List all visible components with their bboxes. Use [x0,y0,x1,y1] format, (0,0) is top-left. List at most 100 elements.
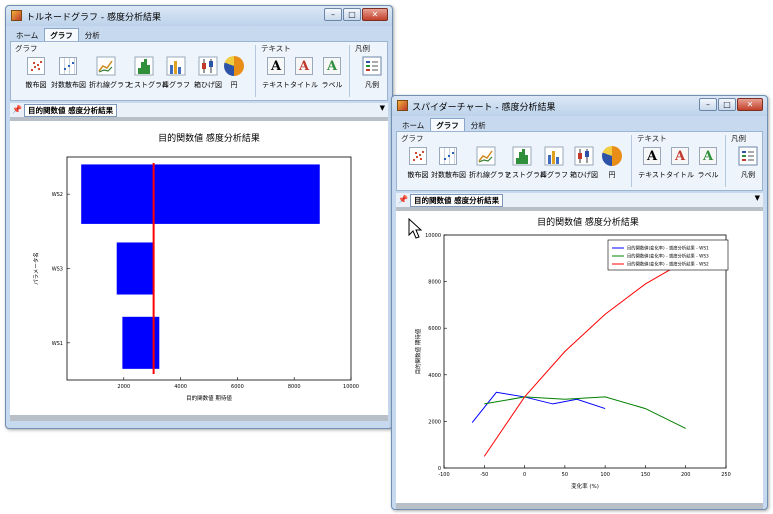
scatter-button[interactable]: 散布図 [19,56,53,90]
maximize-button[interactable]: □ [718,98,736,111]
x-tick-label: 10000 [343,384,359,390]
mouse-cursor-icon [408,218,422,239]
y-axis-label: 目的関数値 期待値 [414,328,422,374]
legend-label: 凡例 [741,171,755,179]
line-chart-button[interactable]: 折れ線グラフ [469,146,511,180]
tornado-bar [81,164,320,224]
group-label-legend: 凡例 [355,44,370,53]
scatter-label: 散布図 [407,171,429,179]
dropdown-arrow-icon[interactable]: ▼ [755,194,760,202]
histogram-button[interactable]: ヒストグラム [505,146,547,180]
spider-chart: 目的関数値 感度分析結果 -100 -50 0 50 100 150 200 250 0 2000 4… [414,216,731,490]
log-scatter-label: 対数散布図 [431,171,466,179]
y-tick-label: WS3 [52,267,63,273]
axis-label-button[interactable]: A ラベル [691,146,725,180]
chart-title: 目的関数値 感度分析結果 [158,132,260,144]
document-tab-bar: 📌 目的関数値 感度分析結果 ▼ [396,193,763,208]
legend-entry: 目的関数値(変化率) - 感度分析結果 - WS2 [627,261,709,268]
log-scatter-icon [438,146,458,166]
pie-chart-label: 円 [608,171,616,179]
window-title: スパイダーチャート - 感度分析結果 [412,103,556,113]
minimize-button[interactable]: – [324,8,342,21]
text-icon: A [642,146,662,166]
log-scatter-button[interactable]: 対数散布図 [431,146,466,180]
spider-window: スパイダーチャート - 感度分析結果 – □ ✕ ホーム グラフ 分析 グラフ … [391,95,768,510]
tornado-chart: 目的関数値 感度分析結果 WS2 WS3 WS1 2000 4000 6000 8000 100… [32,132,359,402]
pie-chart-button[interactable]: 円 [217,56,251,90]
line-chart-icon [96,56,116,76]
minimize-button[interactable]: – [699,98,717,111]
x-tick-label: 2000 [117,384,130,390]
title-icon: A [294,56,314,76]
close-button[interactable]: ✕ [737,98,763,111]
legend-button[interactable]: 凡例 [731,146,765,180]
axis-label-label: ラベル [697,171,719,179]
series-line [471,391,606,423]
scatter-label: 散布図 [25,81,47,89]
close-button[interactable]: ✕ [362,8,388,21]
y-tick-label: WS2 [52,192,63,198]
legend-icon [362,56,382,76]
title-bar[interactable]: トルネードグラフ - 感度分析結果 – □ ✕ [6,6,392,26]
pin-icon[interactable]: 📌 [398,195,408,204]
box-plot-icon [198,56,218,76]
dropdown-arrow-icon[interactable]: ▼ [380,104,385,112]
y-tick-label: 8000 [428,280,441,286]
line-chart-button[interactable]: 折れ線グラフ [89,56,131,90]
text-icon: A [266,56,286,76]
histogram-label: ヒストグラム [127,81,169,89]
y-tick-label: 6000 [428,326,441,332]
y-tick-label: 2000 [428,419,441,425]
box-plot-icon [574,146,594,166]
legend-icon [738,146,758,166]
ribbon-tabs: ホーム グラフ 分析 [396,118,492,133]
x-tick-label: 50 [562,472,568,478]
y-tick-label: 4000 [428,373,441,379]
x-tick-label: 8000 [288,384,301,390]
pie-chart-label: 円 [230,81,238,89]
x-tick-label: 4000 [174,384,187,390]
tornado-chart-area: 目的関数値 感度分析結果 WS2 WS3 WS1 2000 4000 6000 8000 100… [10,117,388,415]
tornado-window: トルネードグラフ - 感度分析結果 – □ ✕ ホーム グラフ 分析 グラフ テ… [5,5,393,429]
title-icon: A [670,146,690,166]
bar-chart-button[interactable]: 棒グラフ [159,56,193,90]
bar-chart-icon [544,146,564,166]
x-tick-label: 0 [523,472,526,478]
axis-label-button[interactable]: A ラベル [315,56,349,90]
title-bar[interactable]: スパイダーチャート - 感度分析結果 – □ ✕ [392,96,767,116]
document-tab[interactable]: 目的関数値 感度分析結果 [410,194,504,207]
document-tab[interactable]: 目的関数値 感度分析結果 [24,104,118,117]
tornado-bar [116,242,154,295]
group-label-legend: 凡例 [731,134,746,143]
legend-button[interactable]: 凡例 [355,56,389,90]
maximize-button[interactable]: □ [343,8,361,21]
spider-chart-area: 目的関数値 感度分析結果 -100 -50 0 50 100 150 200 250 0 2000 4… [396,207,763,503]
ribbon-tabs: ホーム グラフ 分析 [10,28,106,43]
bar-chart-icon [166,56,186,76]
y-tick-label: WS1 [52,341,63,347]
pin-icon[interactable]: 📌 [12,105,22,114]
log-scatter-icon [58,56,78,76]
scatter-icon [26,56,46,76]
group-label-graph: グラフ [401,134,424,143]
pie-chart-button[interactable]: 円 [595,146,629,180]
bar-chart-button[interactable]: 棒グラフ [537,146,571,180]
legend-label: 凡例 [365,81,379,89]
line-chart-label: 折れ線グラフ [89,81,131,89]
histogram-label: ヒストグラム [505,171,547,179]
x-tick-label: -100 [438,472,449,478]
axis-label-icon: A [322,56,342,76]
window-title: トルネードグラフ - 感度分析結果 [26,13,161,23]
x-tick-label: 250 [721,472,731,478]
group-label-graph: グラフ [15,44,38,53]
axis-label-label: ラベル [321,81,343,89]
line-chart-icon [476,146,496,166]
log-scatter-label: 対数散布図 [51,81,86,89]
x-tick-label: -50 [480,472,488,478]
x-tick-label: 200 [681,472,691,478]
scatter-button[interactable]: 散布図 [401,146,435,180]
log-scatter-button[interactable]: 対数散布図 [51,56,86,90]
x-axis-label: 変化率 (%) [571,482,599,490]
histogram-button[interactable]: ヒストグラム [127,56,169,90]
group-label-text: テキスト [637,134,667,143]
